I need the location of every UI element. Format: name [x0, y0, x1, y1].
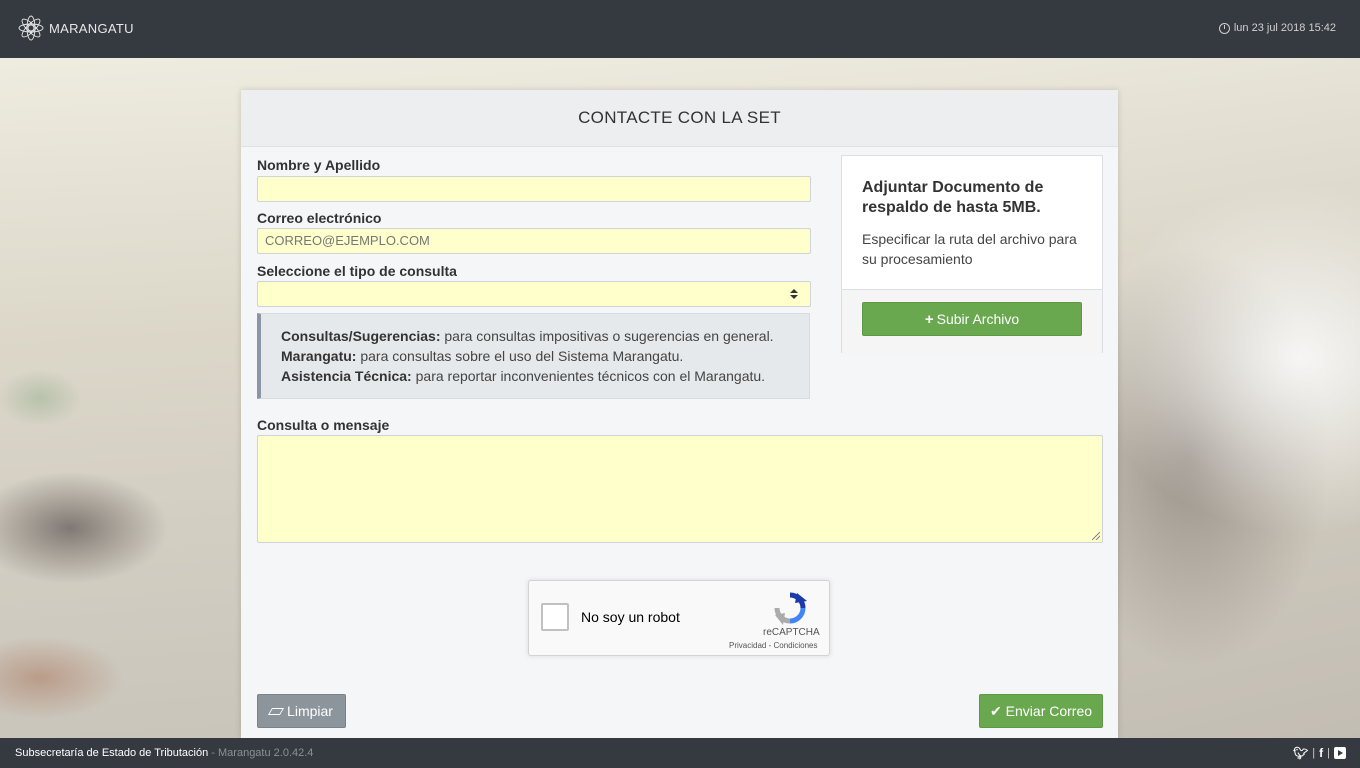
info-item: Consultas/Sugerencias: para consultas im…: [281, 328, 774, 344]
select-arrows-icon: [790, 289, 798, 299]
email-input[interactable]: CORREO@EJEMPLO.COM: [257, 228, 811, 254]
clear-button[interactable]: Limpiar: [257, 694, 346, 728]
recaptcha-label: No soy un robot: [581, 609, 680, 625]
marangatu-logo-icon: [18, 15, 44, 41]
info-item: Marangatu: para consultas sobre el uso d…: [281, 348, 684, 364]
contact-card: CONTACTE CON LA SET Nombre y Apellido Co…: [241, 90, 1118, 738]
clock-icon: [1218, 22, 1230, 34]
social-links: 🐦︎ | f |: [1293, 738, 1346, 768]
facebook-icon[interactable]: f: [1319, 738, 1323, 768]
recaptcha-logo-icon: [774, 592, 807, 625]
eraser-icon: [268, 707, 285, 715]
separator: |: [1312, 747, 1316, 759]
plus-icon: +: [924, 310, 934, 328]
send-email-button[interactable]: ✔ Enviar Correo: [979, 694, 1103, 728]
footer-org: Subsecretaría de Estado de Tributación: [15, 747, 209, 759]
upload-description: Especificar la ruta del archivo para su …: [862, 231, 1077, 267]
message-textarea[interactable]: [257, 435, 1103, 543]
type-select[interactable]: [257, 281, 811, 307]
separator: |: [1327, 747, 1330, 759]
consult-types-info: Consultas/Sugerencias: para consultas im…: [257, 313, 810, 399]
send-button-label: Enviar Correo: [1005, 703, 1093, 719]
resize-grip-icon[interactable]: [1092, 532, 1100, 540]
name-input[interactable]: [257, 176, 811, 202]
footer-version: - Marangatu 2.0.42.4: [208, 747, 314, 759]
youtube-icon[interactable]: [1334, 747, 1346, 759]
datetime: lun 23 jul 2018 15:42: [1218, 22, 1336, 34]
recaptcha-links[interactable]: Privacidad - Condiciones: [729, 641, 818, 650]
upload-button[interactable]: + Subir Archivo: [862, 302, 1082, 336]
recaptcha-brand: reCAPTCHA: [763, 627, 820, 638]
twitter-icon[interactable]: 🐦︎: [1293, 738, 1308, 768]
datetime-text: lun 23 jul 2018 15:42: [1233, 22, 1336, 34]
footer-text: Subsecretaría de Estado de Tributación -…: [15, 738, 313, 768]
type-label: Seleccione el tipo de consulta: [257, 263, 457, 279]
upload-footer: + Subir Archivo: [842, 289, 1102, 354]
recaptcha-checkbox[interactable]: [541, 603, 569, 631]
top-bar: MARANGATU lun 23 jul 2018 15:42: [0, 0, 1360, 58]
message-label: Consulta o mensaje: [257, 417, 390, 433]
info-item: Asistencia Técnica: para reportar inconv…: [281, 368, 766, 384]
upload-button-label: Subir Archivo: [936, 311, 1020, 327]
recaptcha-widget: No soy un robot reCAPTCHA Privacidad - C…: [528, 580, 830, 656]
footer: Subsecretaría de Estado de Tributación -…: [0, 738, 1360, 768]
email-label: Correo electrónico: [257, 210, 382, 226]
upload-panel: Adjuntar Documento de respaldo de hasta …: [841, 155, 1103, 354]
logo[interactable]: MARANGATU: [16, 13, 134, 43]
clear-button-label: Limpiar: [287, 703, 333, 719]
logo-text: MARANGATU: [49, 20, 134, 36]
name-label: Nombre y Apellido: [257, 157, 381, 173]
check-icon: ✔: [989, 702, 1002, 719]
upload-title: Adjuntar Documento de respaldo de hasta …: [862, 179, 1044, 216]
card-title: CONTACTE CON LA SET: [241, 90, 1118, 147]
